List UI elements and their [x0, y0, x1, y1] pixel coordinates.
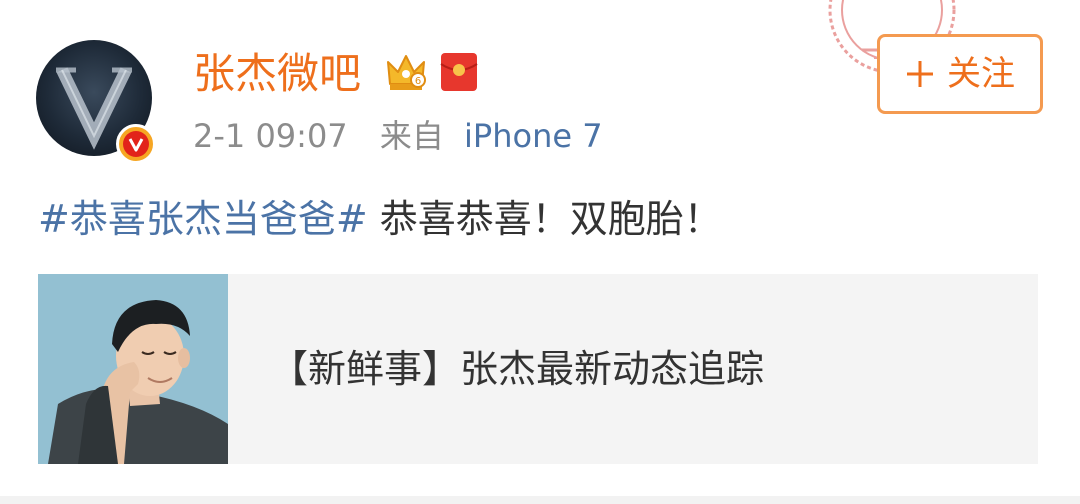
post-text: #恭喜张杰当爸爸# 恭喜恭喜！双胞胎！ — [38, 190, 722, 248]
plus-icon — [907, 61, 933, 87]
divider — [0, 496, 1080, 504]
post-body: 恭喜恭喜！双胞胎！ — [379, 197, 722, 241]
link-card[interactable]: 【新鲜事】张杰最新动态追踪 — [38, 274, 1038, 464]
card-title: 【新鲜事】张杰最新动态追踪 — [270, 347, 765, 391]
svg-text:6: 6 — [415, 76, 421, 87]
verified-badge-icon — [116, 124, 156, 164]
red-packet-icon[interactable] — [440, 52, 478, 92]
source-device-link[interactable]: iPhone 7 — [464, 112, 603, 160]
hashtag-link[interactable]: #恭喜张杰当爸爸# — [38, 197, 368, 241]
follow-button[interactable]: 关注 — [877, 34, 1043, 114]
source-label: 来自 — [379, 117, 444, 155]
weibo-post: 张杰微吧 6 2-1 09:07 来自 iPhone 7 关注 #恭喜张杰当爸爸… — [0, 0, 1080, 504]
post-meta: 2-1 09:07 来自 iPhone 7 — [193, 112, 603, 160]
follow-button-label: 关注 — [947, 54, 1015, 94]
post-time: 2-1 09:07 — [193, 117, 348, 155]
person-photo-icon — [38, 274, 228, 464]
card-thumbnail — [38, 274, 228, 464]
username[interactable]: 张杰微吧 — [193, 44, 361, 104]
crown-icon[interactable]: 6 — [384, 50, 428, 94]
